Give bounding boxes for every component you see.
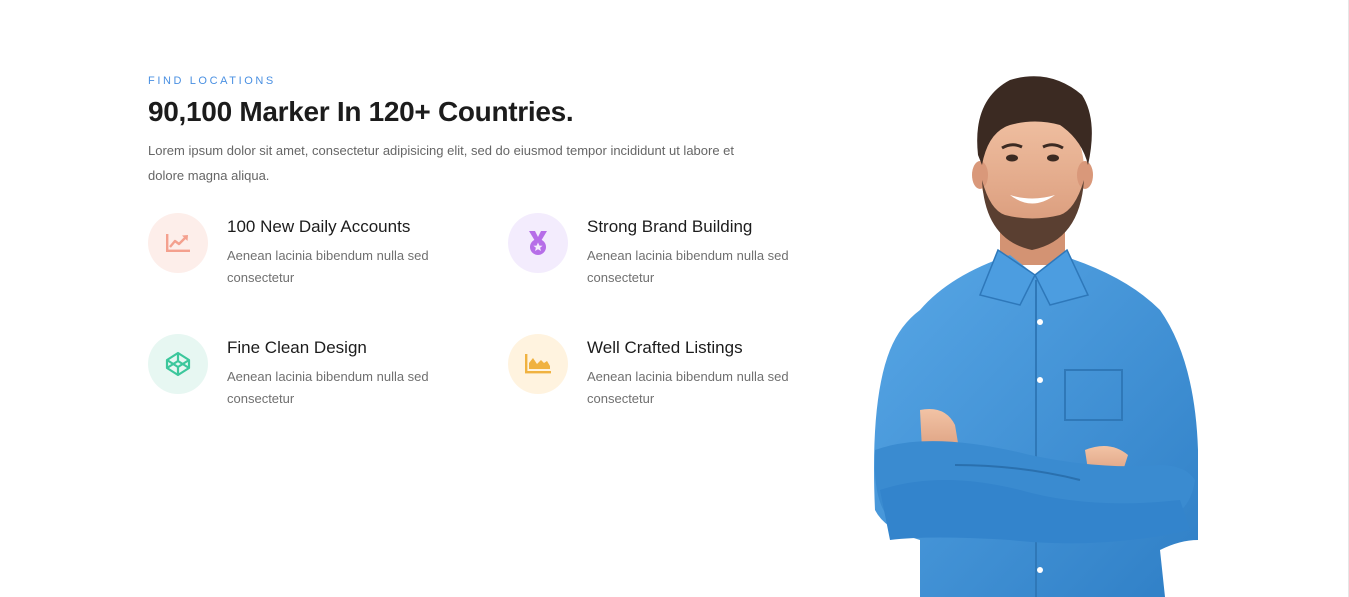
feature-title: Fine Clean Design [227,338,367,357]
section-heading: 90,100 Marker In 120+ Countries. [148,96,574,127]
feature-description: Aenean lacinia bibendum nulla sed consec… [227,248,429,285]
feature-description: Aenean lacinia bibendum nulla sed consec… [587,248,789,285]
feature-item-clean-design: Fine Clean Design Aenean lacinia bibendu… [148,334,478,424]
medal-icon [529,231,547,255]
area-chart-icon [525,354,551,374]
feature-title: Well Crafted Listings [587,338,743,357]
section-lead: Lorem ipsum dolor sit amet, consectetur … [148,143,735,183]
feature-icon-circle [508,334,568,394]
feature-description: Aenean lacinia bibendum nulla sed consec… [587,369,789,406]
feature-icon-circle [508,213,568,273]
section-eyebrow: FIND LOCATIONS [148,75,276,87]
feature-title: 100 New Daily Accounts [227,217,411,236]
feature-icon-circle [148,213,208,273]
feature-item-crafted-listings: Well Crafted Listings Aenean lacinia bib… [508,334,838,424]
feature-title: Strong Brand Building [587,217,753,236]
feature-item-brand-building: Strong Brand Building Aenean lacinia bib… [508,213,838,303]
person-image [874,76,1198,597]
locations-section: FIND LOCATIONS 90,100 Marker In 120+ Cou… [0,0,1349,597]
feature-item-daily-accounts: 100 New Daily Accounts Aenean lacinia bi… [148,213,478,303]
feature-description: Aenean lacinia bibendum nulla sed consec… [227,369,429,406]
codepen-icon [165,351,191,377]
chart-line-icon [166,234,190,252]
feature-icon-circle [148,334,208,394]
